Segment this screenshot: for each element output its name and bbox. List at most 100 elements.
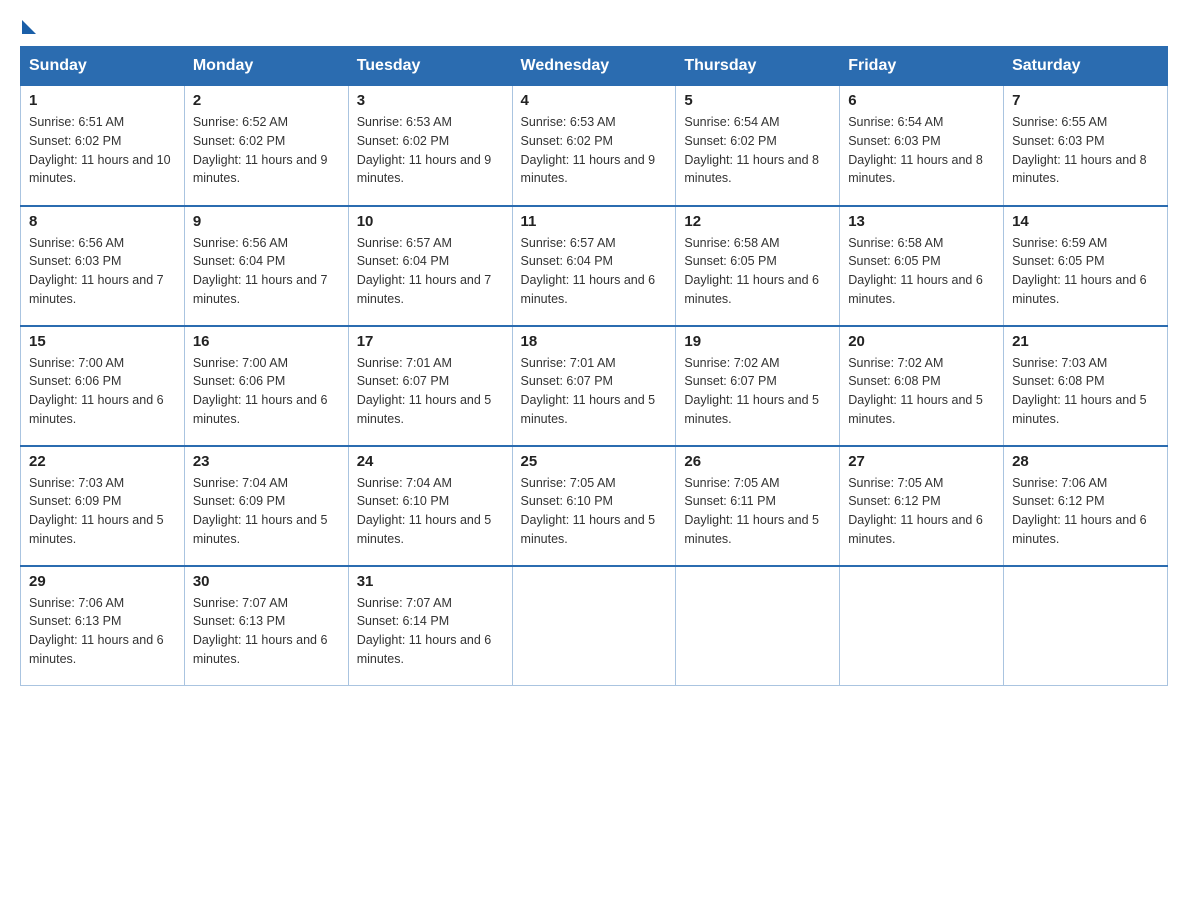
day-number: 27 — [848, 453, 995, 470]
day-number: 5 — [684, 92, 831, 109]
day-info: Sunrise: 7:05 AMSunset: 6:11 PMDaylight:… — [684, 474, 831, 549]
calendar-cell: 25 Sunrise: 7:05 AMSunset: 6:10 PMDayligh… — [512, 446, 676, 566]
day-info: Sunrise: 6:54 AMSunset: 6:03 PMDaylight:… — [848, 113, 995, 188]
calendar-cell: 6 Sunrise: 6:54 AMSunset: 6:03 PMDaylight… — [840, 86, 1004, 206]
calendar-cell: 9 Sunrise: 6:56 AMSunset: 6:04 PMDaylight… — [184, 206, 348, 326]
calendar-cell: 22 Sunrise: 7:03 AMSunset: 6:09 PMDayligh… — [21, 446, 185, 566]
weekday-header-monday: Monday — [184, 47, 348, 86]
calendar-week-row: 22 Sunrise: 7:03 AMSunset: 6:09 PMDayligh… — [21, 446, 1168, 566]
calendar-cell: 14 Sunrise: 6:59 AMSunset: 6:05 PMDayligh… — [1004, 206, 1168, 326]
weekday-header-wednesday: Wednesday — [512, 47, 676, 86]
calendar-week-row: 29 Sunrise: 7:06 AMSunset: 6:13 PMDayligh… — [21, 566, 1168, 686]
day-number: 25 — [521, 453, 668, 470]
calendar-cell: 29 Sunrise: 7:06 AMSunset: 6:13 PMDayligh… — [21, 566, 185, 686]
calendar-cell — [1004, 566, 1168, 686]
day-info: Sunrise: 7:00 AMSunset: 6:06 PMDaylight:… — [193, 354, 340, 429]
day-number: 3 — [357, 92, 504, 109]
day-number: 11 — [521, 213, 668, 230]
day-number: 16 — [193, 333, 340, 350]
day-info: Sunrise: 6:57 AMSunset: 6:04 PMDaylight:… — [521, 234, 668, 309]
day-info: Sunrise: 7:04 AMSunset: 6:09 PMDaylight:… — [193, 474, 340, 549]
day-info: Sunrise: 6:58 AMSunset: 6:05 PMDaylight:… — [848, 234, 995, 309]
day-info: Sunrise: 6:59 AMSunset: 6:05 PMDaylight:… — [1012, 234, 1159, 309]
calendar-week-row: 1 Sunrise: 6:51 AMSunset: 6:02 PMDaylight… — [21, 86, 1168, 206]
day-info: Sunrise: 6:56 AMSunset: 6:04 PMDaylight:… — [193, 234, 340, 309]
day-info: Sunrise: 6:58 AMSunset: 6:05 PMDaylight:… — [684, 234, 831, 309]
day-info: Sunrise: 7:07 AMSunset: 6:14 PMDaylight:… — [357, 594, 504, 669]
calendar-cell: 12 Sunrise: 6:58 AMSunset: 6:05 PMDayligh… — [676, 206, 840, 326]
day-info: Sunrise: 6:53 AMSunset: 6:02 PMDaylight:… — [521, 113, 668, 188]
calendar-cell: 31Sunrise: 7:07 AMSunset: 6:14 PMDayligh… — [348, 566, 512, 686]
day-info: Sunrise: 7:00 AMSunset: 6:06 PMDaylight:… — [29, 354, 176, 429]
day-info: Sunrise: 6:55 AMSunset: 6:03 PMDaylight:… — [1012, 113, 1159, 188]
day-number: 21 — [1012, 333, 1159, 350]
calendar-body: 1 Sunrise: 6:51 AMSunset: 6:02 PMDaylight… — [21, 86, 1168, 686]
calendar-cell: 24Sunrise: 7:04 AMSunset: 6:10 PMDayligh… — [348, 446, 512, 566]
day-number: 12 — [684, 213, 831, 230]
calendar-cell: 10 Sunrise: 6:57 AMSunset: 6:04 PMDayligh… — [348, 206, 512, 326]
day-number: 19 — [684, 333, 831, 350]
day-info: Sunrise: 7:07 AMSunset: 6:13 PMDaylight:… — [193, 594, 340, 669]
weekday-header-friday: Friday — [840, 47, 1004, 86]
day-info: Sunrise: 7:01 AMSunset: 6:07 PMDaylight:… — [521, 354, 668, 429]
weekday-header-thursday: Thursday — [676, 47, 840, 86]
calendar-table: SundayMondayTuesdayWednesdayThursdayFrid… — [20, 46, 1168, 686]
calendar-cell: 16 Sunrise: 7:00 AMSunset: 6:06 PMDayligh… — [184, 326, 348, 446]
day-info: Sunrise: 7:06 AMSunset: 6:13 PMDaylight:… — [29, 594, 176, 669]
calendar-cell: 1 Sunrise: 6:51 AMSunset: 6:02 PMDaylight… — [21, 86, 185, 206]
day-info: Sunrise: 6:54 AMSunset: 6:02 PMDaylight:… — [684, 113, 831, 188]
day-info: Sunrise: 7:03 AMSunset: 6:08 PMDaylight:… — [1012, 354, 1159, 429]
day-number: 20 — [848, 333, 995, 350]
calendar-cell: 5 Sunrise: 6:54 AMSunset: 6:02 PMDaylight… — [676, 86, 840, 206]
calendar-cell: 20 Sunrise: 7:02 AMSunset: 6:08 PMDayligh… — [840, 326, 1004, 446]
calendar-cell: 15 Sunrise: 7:00 AMSunset: 6:06 PMDayligh… — [21, 326, 185, 446]
weekday-header-sunday: Sunday — [21, 47, 185, 86]
calendar-week-row: 15 Sunrise: 7:00 AMSunset: 6:06 PMDayligh… — [21, 326, 1168, 446]
day-number: 10 — [357, 213, 504, 230]
day-number: 6 — [848, 92, 995, 109]
calendar-cell: 2Sunrise: 6:52 AMSunset: 6:02 PMDaylight… — [184, 86, 348, 206]
day-info: Sunrise: 6:57 AMSunset: 6:04 PMDaylight:… — [357, 234, 504, 309]
day-number: 14 — [1012, 213, 1159, 230]
calendar-cell: 30 Sunrise: 7:07 AMSunset: 6:13 PMDayligh… — [184, 566, 348, 686]
calendar-cell: 11 Sunrise: 6:57 AMSunset: 6:04 PMDayligh… — [512, 206, 676, 326]
calendar-cell: 8 Sunrise: 6:56 AMSunset: 6:03 PMDaylight… — [21, 206, 185, 326]
calendar-week-row: 8 Sunrise: 6:56 AMSunset: 6:03 PMDaylight… — [21, 206, 1168, 326]
calendar-cell: 3 Sunrise: 6:53 AMSunset: 6:02 PMDaylight… — [348, 86, 512, 206]
day-info: Sunrise: 6:56 AMSunset: 6:03 PMDaylight:… — [29, 234, 176, 309]
calendar-cell: 18 Sunrise: 7:01 AMSunset: 6:07 PMDayligh… — [512, 326, 676, 446]
day-info: Sunrise: 7:02 AMSunset: 6:07 PMDaylight:… — [684, 354, 831, 429]
day-number: 18 — [521, 333, 668, 350]
day-info: Sunrise: 7:05 AMSunset: 6:12 PMDaylight:… — [848, 474, 995, 549]
day-number: 29 — [29, 573, 176, 590]
day-info: Sunrise: 7:02 AMSunset: 6:08 PMDaylight:… — [848, 354, 995, 429]
logo-arrow-icon — [22, 20, 36, 34]
calendar-cell — [512, 566, 676, 686]
calendar-cell: 26 Sunrise: 7:05 AMSunset: 6:11 PMDayligh… — [676, 446, 840, 566]
calendar-cell — [676, 566, 840, 686]
day-number: 26 — [684, 453, 831, 470]
weekday-header-row: SundayMondayTuesdayWednesdayThursdayFrid… — [21, 47, 1168, 86]
day-number: 22 — [29, 453, 176, 470]
day-number: 9 — [193, 213, 340, 230]
weekday-header-saturday: Saturday — [1004, 47, 1168, 86]
day-number: 1 — [29, 92, 176, 109]
day-info: Sunrise: 7:01 AMSunset: 6:07 PMDaylight:… — [357, 354, 504, 429]
day-number: 30 — [193, 573, 340, 590]
day-number: 28 — [1012, 453, 1159, 470]
day-number: 15 — [29, 333, 176, 350]
calendar-cell: 13Sunrise: 6:58 AMSunset: 6:05 PMDayligh… — [840, 206, 1004, 326]
day-number: 24 — [357, 453, 504, 470]
day-info: Sunrise: 7:03 AMSunset: 6:09 PMDaylight:… — [29, 474, 176, 549]
day-info: Sunrise: 7:05 AMSunset: 6:10 PMDaylight:… — [521, 474, 668, 549]
calendar-cell — [840, 566, 1004, 686]
page-header — [20, 20, 1168, 26]
day-info: Sunrise: 7:06 AMSunset: 6:12 PMDaylight:… — [1012, 474, 1159, 549]
calendar-cell: 28 Sunrise: 7:06 AMSunset: 6:12 PMDayligh… — [1004, 446, 1168, 566]
day-number: 8 — [29, 213, 176, 230]
day-number: 4 — [521, 92, 668, 109]
calendar-cell: 7Sunrise: 6:55 AMSunset: 6:03 PMDaylight… — [1004, 86, 1168, 206]
calendar-cell: 19 Sunrise: 7:02 AMSunset: 6:07 PMDayligh… — [676, 326, 840, 446]
day-info: Sunrise: 6:53 AMSunset: 6:02 PMDaylight:… — [357, 113, 504, 188]
day-info: Sunrise: 6:51 AMSunset: 6:02 PMDaylight:… — [29, 113, 176, 188]
